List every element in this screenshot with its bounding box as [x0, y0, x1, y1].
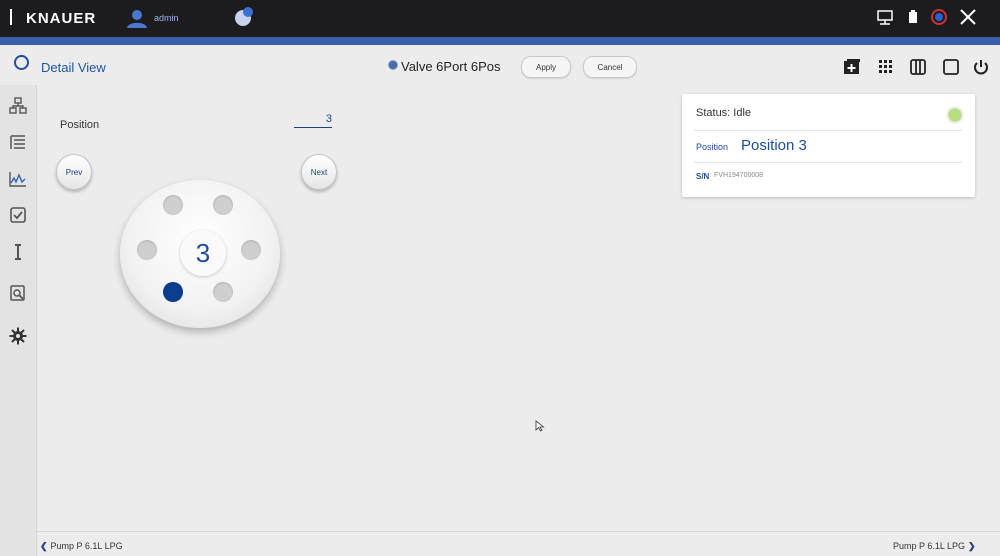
next-device-label: Pump P 6.1L LPG: [893, 541, 966, 551]
valve-port-5[interactable]: [137, 240, 157, 260]
checklist-icon[interactable]: [9, 206, 27, 224]
chevron-left-icon: ❮: [40, 541, 48, 551]
system-icon[interactable]: [9, 97, 27, 115]
page-title: Detail View: [41, 60, 106, 75]
single-window-icon[interactable]: [942, 58, 960, 81]
mouse-cursor-icon: [535, 419, 545, 437]
network-icon[interactable]: [876, 8, 894, 31]
columns-icon[interactable]: [909, 58, 927, 81]
prev-button[interactable]: Prev: [56, 154, 92, 190]
add-window-icon[interactable]: [842, 58, 862, 81]
method-list-icon[interactable]: [9, 133, 27, 151]
footer-divider: [37, 531, 1000, 532]
position-key: Position: [696, 142, 729, 152]
chromatogram-icon[interactable]: [9, 170, 27, 188]
device-valve-icon: [388, 60, 398, 70]
brand-name: KNAUER: [26, 10, 97, 27]
accent-strip: [0, 37, 1000, 45]
grid-icon[interactable]: [877, 58, 895, 81]
position-input[interactable]: 3: [294, 113, 332, 128]
status-card: Status: Idle Position Position 3 S/N FVH…: [682, 94, 975, 197]
username[interactable]: admin: [154, 13, 179, 23]
top-bar: [0, 0, 1000, 37]
search-data-icon[interactable]: [9, 284, 27, 302]
detail-view-icon: [14, 55, 29, 70]
brand-logo: KNAUER: [10, 9, 96, 27]
valve-port-3[interactable]: [213, 282, 233, 302]
previous-device-label: Pump P 6.1L LPG: [50, 541, 123, 551]
previous-device-link[interactable]: ❮ Pump P 6.1L LPG: [40, 541, 123, 552]
close-icon[interactable]: [958, 7, 978, 32]
status-text: Status: Idle: [696, 107, 752, 119]
power-icon[interactable]: [972, 58, 990, 81]
notification-bell-icon[interactable]: [233, 6, 255, 33]
card-divider: [694, 162, 962, 163]
valve-port-6[interactable]: [163, 195, 183, 215]
position-label: Position: [60, 119, 100, 131]
valve-port-4[interactable]: [163, 282, 183, 302]
next-button[interactable]: Next: [301, 154, 337, 190]
valve-port-1[interactable]: [213, 195, 233, 215]
battery-icon: [906, 8, 920, 31]
shutdown-status-icon[interactable]: [930, 8, 948, 31]
sidebar: [0, 85, 37, 556]
next-device-link[interactable]: Pump P 6.1L LPG ❯: [893, 541, 976, 552]
serial-number: FVH194700008: [714, 172, 764, 179]
valve-port-2[interactable]: [241, 240, 261, 260]
valve-position-number: 3: [180, 230, 226, 276]
current-position: Position 3: [741, 137, 807, 154]
status-led-icon: [948, 108, 962, 122]
settings-gear-icon[interactable]: [9, 327, 27, 345]
card-divider: [694, 130, 962, 131]
device-name: Valve 6Port 6Pos: [401, 59, 501, 74]
cancel-button[interactable]: Cancel: [583, 56, 637, 78]
text-cursor-icon[interactable]: [9, 243, 27, 261]
serial-number-key: S/N: [696, 172, 710, 181]
user-icon[interactable]: [126, 9, 148, 34]
apply-button[interactable]: Apply: [521, 56, 571, 78]
chevron-right-icon: ❯: [968, 541, 976, 551]
